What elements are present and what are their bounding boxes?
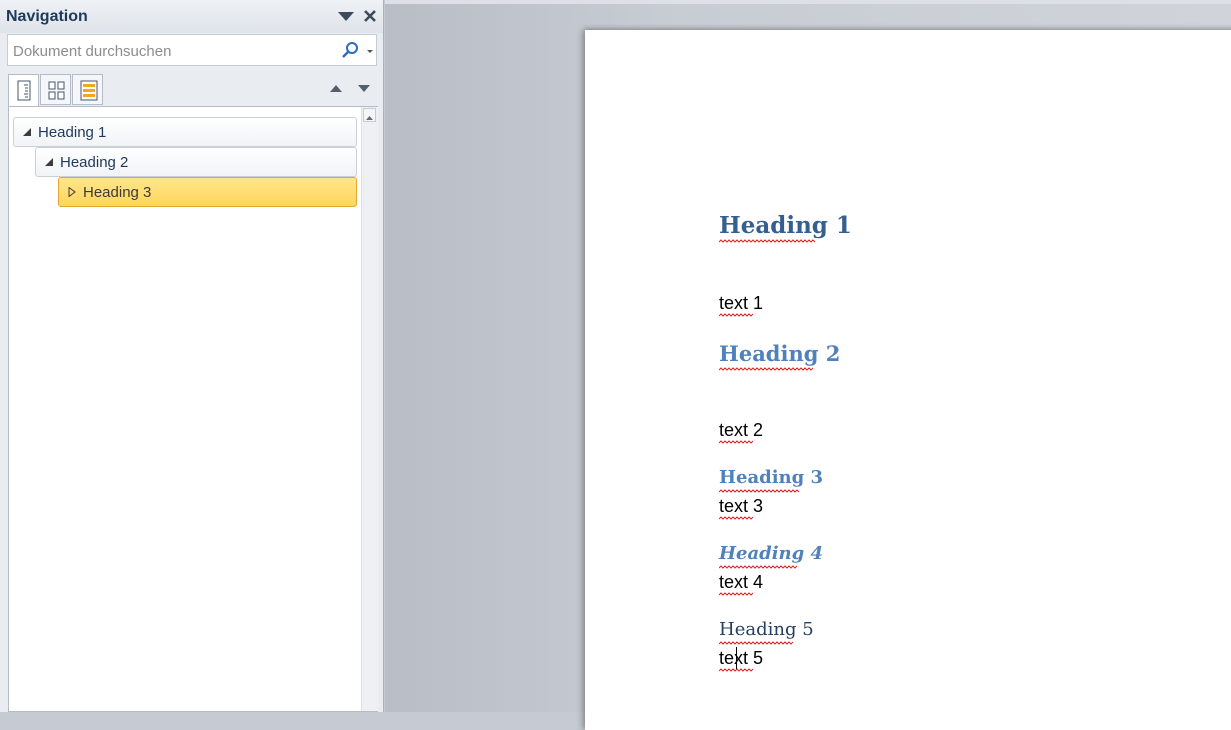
- document-area: Heading 1 text 1 Heading 2 text 2 Headin…: [385, 0, 1231, 730]
- close-icon: [364, 10, 376, 22]
- tree-item-heading-1[interactable]: Heading 1: [13, 117, 357, 147]
- tree-item-label: Heading 3: [83, 184, 152, 201]
- navigation-header: Navigation: [0, 0, 383, 33]
- doc-text-1[interactable]: text 1: [719, 293, 763, 314]
- arrow-up-icon: [330, 85, 342, 92]
- document-area-top-border: [385, 0, 1231, 4]
- search-box: [7, 34, 377, 67]
- tree-item-label: Heading 1: [38, 124, 107, 141]
- doc-heading-2[interactable]: Heading 2: [719, 341, 840, 366]
- expanded-triangle-icon[interactable]: [22, 127, 32, 137]
- search-button[interactable]: [341, 41, 359, 59]
- document-headings-icon: [17, 80, 31, 101]
- tab-browse-pages[interactable]: [40, 74, 71, 105]
- spellcheck-underline: [719, 668, 754, 672]
- scroll-up-arrow-icon: [366, 116, 373, 120]
- collapsed-triangle-icon[interactable]: [67, 187, 77, 197]
- spellcheck-underline: [719, 516, 754, 520]
- doc-text-5[interactable]: text 5: [719, 648, 763, 669]
- spellcheck-underline: [719, 592, 754, 596]
- page-thumbnails-icon: [48, 81, 65, 100]
- doc-heading-5[interactable]: Heading 5: [719, 619, 814, 640]
- spellcheck-underline: [719, 367, 814, 371]
- scroll-up-button[interactable]: [363, 108, 376, 122]
- tab-browse-results[interactable]: [72, 74, 103, 105]
- tree-scrollbar[interactable]: [361, 107, 378, 711]
- expanded-triangle-icon[interactable]: [44, 157, 54, 167]
- previous-heading-button[interactable]: [326, 80, 346, 96]
- spellcheck-underline: [719, 239, 816, 243]
- navigation-pane: Navigation Dokument durchsuchen Heading …: [0, 0, 384, 712]
- doc-text-3[interactable]: text 3: [719, 496, 763, 517]
- next-heading-button[interactable]: [354, 80, 374, 96]
- text-cursor: [736, 647, 737, 669]
- dropdown-arrow-icon: [367, 50, 373, 53]
- doc-heading-1[interactable]: Heading 1: [719, 212, 852, 239]
- spellcheck-underline: [719, 489, 800, 493]
- search-results-icon: [80, 80, 98, 101]
- tree-item-label: Heading 2: [60, 154, 129, 171]
- spellcheck-underline: [719, 440, 754, 444]
- document-page[interactable]: Heading 1 text 1 Heading 2 text 2 Headin…: [585, 30, 1231, 730]
- doc-heading-4[interactable]: Heading 4: [719, 543, 823, 564]
- doc-text-2[interactable]: text 2: [719, 420, 763, 441]
- chevron-down-icon: [338, 12, 354, 21]
- search-input[interactable]: [11, 35, 335, 67]
- arrow-down-icon: [358, 85, 370, 92]
- pane-options-button[interactable]: [336, 9, 356, 25]
- tree-item-heading-2[interactable]: Heading 2: [35, 147, 357, 177]
- spellcheck-underline: [719, 313, 754, 317]
- close-pane-button[interactable]: [360, 6, 380, 26]
- tree-item-heading-3[interactable]: Heading 3: [58, 177, 357, 207]
- search-options-dropdown[interactable]: [364, 43, 376, 57]
- headings-tree: Heading 1 Heading 2 Heading 3: [8, 106, 378, 712]
- tab-browse-headings[interactable]: [8, 74, 39, 107]
- doc-heading-3[interactable]: Heading 3: [719, 467, 823, 488]
- search-icon: [342, 42, 358, 58]
- navigation-title: Navigation: [6, 8, 88, 25]
- spellcheck-underline: [719, 565, 798, 569]
- navigation-tabs: [8, 74, 378, 107]
- doc-text-4[interactable]: text 4: [719, 572, 763, 593]
- spellcheck-underline: [719, 641, 794, 645]
